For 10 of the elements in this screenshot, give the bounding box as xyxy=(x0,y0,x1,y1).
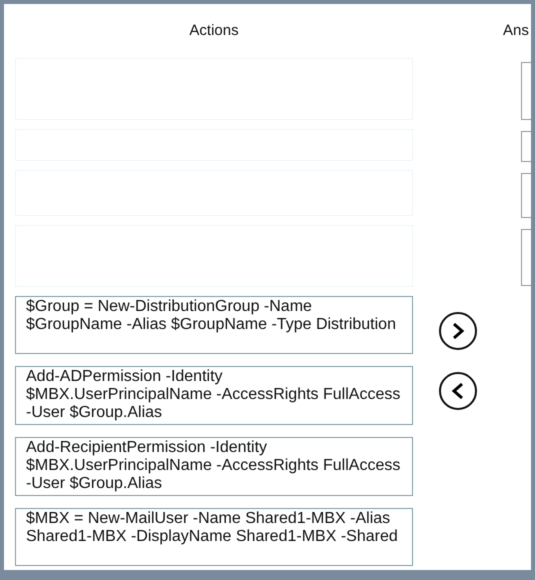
chevron-right-icon xyxy=(451,322,465,340)
command-card[interactable]: Add-ADPermission -Identity $MBX.UserPrincipalName -AccessRights FullAccess -User $Group.Alias xyxy=(15,366,413,425)
column-header: Ans xyxy=(503,22,529,39)
move-right-button[interactable] xyxy=(439,312,477,350)
column-header: Actions xyxy=(189,22,239,39)
chevron-left-icon xyxy=(451,382,465,400)
command-card[interactable]: Add-RecipientPermission -Identity $MBX.UserPrincipalName -AccessRights FullAccess -User $Group.Alias xyxy=(15,437,413,496)
move-left-button[interactable] xyxy=(439,372,477,410)
command-card[interactable]: $Group = New-DistributionGroup -Name $GroupName -Alias $GroupName -Type Distribution xyxy=(15,296,413,354)
command-card[interactable]: $MBX = New-MailUser -Name Shared1-MBX -Alias Shared1-MBX -DisplayName Shared1-MBX -Shared xyxy=(15,508,413,566)
